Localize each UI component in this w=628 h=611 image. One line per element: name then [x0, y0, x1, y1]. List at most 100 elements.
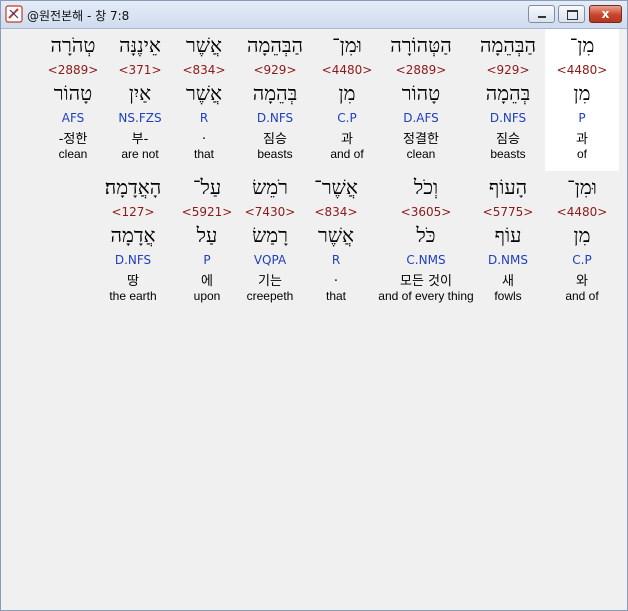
korean-gloss: .: [201, 128, 207, 143]
hebrew-lemma: טָהוֹר: [53, 81, 93, 105]
word-cell[interactable]: אֲשֶׁר <834> אֲשֶׁר R . that: [173, 29, 235, 171]
hebrew-lemma: רָמַשׂ: [252, 223, 288, 247]
english-gloss: that: [325, 289, 346, 303]
word-cell[interactable]: הַבְּהֵמָה <929> בְּהֵמָה D.NFS 짐승 beast…: [238, 29, 312, 171]
strong-number[interactable]: <5775>: [471, 205, 545, 219]
window-title: @원전본해 - 창 7:8: [27, 9, 130, 23]
word-cell[interactable]: עַל־ <5921> עַל P 에 upon: [178, 171, 236, 313]
morphology: D.NMS: [487, 253, 528, 267]
korean-gloss: 정결한: [403, 132, 439, 147]
hebrew-word: הָאֲדָמָה׃: [104, 175, 162, 199]
hebrew-word: טְהֹרָה: [50, 33, 96, 57]
word-cell[interactable]: הָאֲדָמָה׃ <127> אֲדָמָה D.NFS 땅 the ear…: [95, 171, 171, 313]
hebrew-lemma: אֲדָמָה: [110, 223, 156, 247]
word-cell[interactable]: הַטְּהוֹרָה <2889> טָהוֹר D.AFS 정결한 clea…: [384, 29, 458, 171]
strong-number[interactable]: <2889>: [384, 63, 458, 77]
strong-number[interactable]: <4480>: [310, 63, 384, 77]
morphology: D.NFS: [256, 111, 294, 125]
english-gloss: the earth: [109, 289, 157, 303]
word-cell[interactable]: רֹמֵשׂ <7430> רָמַשׂ VQPA 기는 creepeth: [237, 171, 303, 313]
hebrew-word: וְכֹל: [413, 175, 439, 199]
hebrew-word: עַל־: [192, 175, 222, 199]
word-cell[interactable]: וּמִן־ <4480> מִן C.P 와 and of: [545, 171, 619, 313]
english-gloss: and of: [565, 289, 599, 303]
morphology: D.NFS: [489, 111, 527, 125]
word-cell[interactable]: וְכֹל <3605> כֹּל C.NMS 모든 것이 and of eve…: [371, 171, 481, 313]
hebrew-lemma: מִן: [573, 81, 591, 105]
app-logo-icon: [5, 5, 23, 23]
hebrew-lemma: מִן: [573, 223, 591, 247]
morphology: P: [203, 253, 211, 267]
english-gloss: that: [193, 147, 214, 161]
korean-gloss: 새: [502, 274, 514, 289]
title-bar[interactable]: @원전본해 - 창 7:8 x: [1, 1, 627, 29]
strong-number[interactable]: <929>: [238, 63, 312, 77]
english-gloss: clean: [58, 147, 88, 161]
strong-number[interactable]: <4480>: [545, 205, 619, 219]
morphology: C.NMS: [406, 253, 446, 267]
interlinear-view: מִן־ <4480> מִן P 과 of הַבְּהֵמָה <929> …: [9, 29, 621, 604]
morphology: R: [331, 253, 341, 267]
english-gloss: and of: [330, 147, 364, 161]
word-cell[interactable]: וּמִן־ <4480> מִן C.P 과 and of: [310, 29, 384, 171]
word-cell[interactable]: מִן־ <4480> מִן P 과 of: [545, 29, 619, 171]
korean-gloss: 짐승: [263, 132, 287, 147]
english-gloss: upon: [193, 289, 221, 303]
strong-number[interactable]: <929>: [471, 63, 545, 77]
maximize-button[interactable]: [558, 5, 585, 23]
hebrew-word: וּמִן־: [567, 175, 597, 199]
hebrew-lemma: אֲשֶׁר: [186, 81, 222, 105]
hebrew-word: הַטְּהוֹרָה: [390, 33, 452, 57]
korean-gloss: 과: [341, 132, 353, 147]
strong-number[interactable]: <371>: [108, 63, 172, 77]
morphology: D.AFS: [403, 111, 439, 125]
english-gloss: are not: [121, 147, 159, 161]
word-cell[interactable]: הַבְּהֵמָה <929> בְּהֵמָה D.NFS 짐승 beast…: [471, 29, 545, 171]
hebrew-word: הָעוֹף: [488, 175, 528, 199]
strong-number[interactable]: <4480>: [545, 63, 619, 77]
strong-number[interactable]: <834>: [303, 205, 369, 219]
strong-number[interactable]: <3605>: [371, 205, 481, 219]
korean-gloss: 땅: [127, 274, 139, 289]
morphology: C.P: [572, 253, 592, 267]
strong-number[interactable]: <834>: [173, 63, 235, 77]
hebrew-lemma: טָהוֹר: [401, 81, 441, 105]
morphology: R: [199, 111, 209, 125]
hebrew-lemma: אַיִן: [128, 81, 152, 105]
hebrew-lemma: בְּהֵמָה: [252, 81, 298, 105]
morphology: D.NFS: [114, 253, 152, 267]
korean-gloss: 와: [576, 274, 588, 289]
korean-gloss: 짐승: [496, 132, 520, 147]
hebrew-word: הַבְּהֵמָה: [246, 33, 303, 57]
english-gloss: and of every thing: [378, 289, 474, 303]
korean-gloss: 기는: [258, 274, 282, 289]
hebrew-lemma: כֹּל: [416, 223, 436, 247]
korean-gloss: 과: [576, 132, 588, 147]
close-button[interactable]: x: [589, 5, 622, 23]
word-cell[interactable]: אֲשֶׁר־ <834> אֲשֶׁר R . that: [303, 171, 369, 313]
hebrew-lemma: בְּהֵמָה: [485, 81, 531, 105]
minimize-button[interactable]: [528, 5, 555, 23]
word-cell[interactable]: הָעוֹף <5775> עוֹף D.NMS 새 fowls: [471, 171, 545, 313]
hebrew-word: רֹמֵשׂ: [252, 175, 288, 199]
strong-number[interactable]: <7430>: [237, 205, 303, 219]
morphology: C.P: [337, 111, 357, 125]
hebrew-lemma: מִן: [338, 81, 356, 105]
morphology: AFS: [61, 111, 85, 125]
word-cell[interactable]: טְהֹרָה <2889> טָהוֹר AFS -정한 clean: [39, 29, 107, 171]
hebrew-word: וּמִן־: [332, 33, 362, 57]
hebrew-lemma: עַל: [196, 223, 218, 247]
strong-number[interactable]: <5921>: [178, 205, 236, 219]
morphology: NS.FZS: [118, 111, 162, 125]
english-gloss: beasts: [257, 147, 293, 161]
word-cell[interactable]: אֵינֶנָּה <371> אַיִן NS.FZS 부- are not: [108, 29, 172, 171]
korean-gloss: 부-: [131, 132, 149, 147]
korean-gloss: 에: [201, 274, 213, 289]
strong-number[interactable]: <127>: [95, 205, 171, 219]
close-icon: x: [601, 7, 610, 21]
strong-number[interactable]: <2889>: [39, 63, 107, 77]
morphology: VQPA: [253, 253, 287, 267]
english-gloss: fowls: [494, 289, 522, 303]
hebrew-word: אֵינֶנָּה: [119, 33, 161, 57]
hebrew-word: הַבְּהֵמָה: [479, 33, 536, 57]
